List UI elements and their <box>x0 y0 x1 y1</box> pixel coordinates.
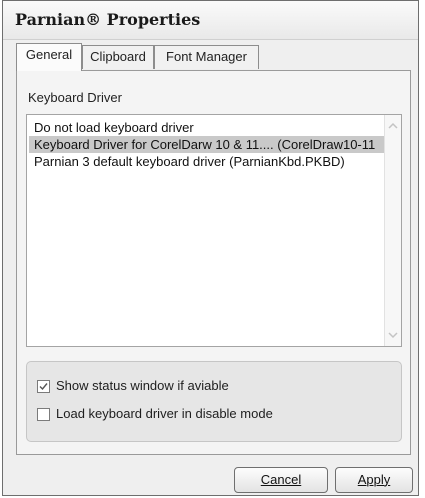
load-disabled-checkbox[interactable] <box>37 408 50 421</box>
chevron-up-icon[interactable] <box>388 121 398 131</box>
tab-clipboard-label: Clipboard <box>90 49 146 64</box>
tab-font-manager-label: Font Manager <box>166 49 247 64</box>
options-group: Show status window if aviable Load keybo… <box>26 361 402 442</box>
cancel-button[interactable]: Cancel <box>234 467 328 493</box>
cancel-button-label: Cancel <box>260 472 302 487</box>
tab-clipboard[interactable]: Clipboard <box>82 45 154 69</box>
tab-font-manager[interactable]: Font Manager <box>154 45 259 69</box>
checkmark-icon <box>39 383 48 391</box>
tab-general-label: General <box>25 47 73 62</box>
list-item-coreldraw-driver[interactable]: Keyboard Driver for CorelDarw 10 & 11...… <box>29 136 389 153</box>
tab-general[interactable]: General <box>16 43 82 71</box>
apply-button-label: Apply <box>357 472 391 487</box>
general-tab-panel: Keyboard Driver Do not load keyboard dri… <box>16 70 411 455</box>
show-status-checkbox[interactable] <box>37 380 50 393</box>
apply-button[interactable]: Apply <box>335 467 413 493</box>
load-disabled-label[interactable]: Load keyboard driver in disable mode <box>56 406 273 421</box>
title-bar[interactable]: Parnian® Properties <box>3 1 418 40</box>
keyboard-driver-list[interactable]: Do not load keyboard driver Keyboard Dri… <box>26 114 402 347</box>
show-status-label[interactable]: Show status window if aviable <box>56 378 229 393</box>
list-item-no-driver[interactable]: Do not load keyboard driver <box>32 119 196 136</box>
window-title: Parnian® Properties <box>15 10 201 29</box>
list-item-default-driver[interactable]: Parnian 3 default keyboard driver (Parni… <box>32 153 347 170</box>
keyboard-driver-label: Keyboard Driver <box>28 90 122 105</box>
chevron-down-icon[interactable] <box>388 330 398 340</box>
list-scrollbar[interactable] <box>384 115 401 346</box>
properties-dialog: Parnian® Properties General Clipboard Fo… <box>2 0 419 496</box>
